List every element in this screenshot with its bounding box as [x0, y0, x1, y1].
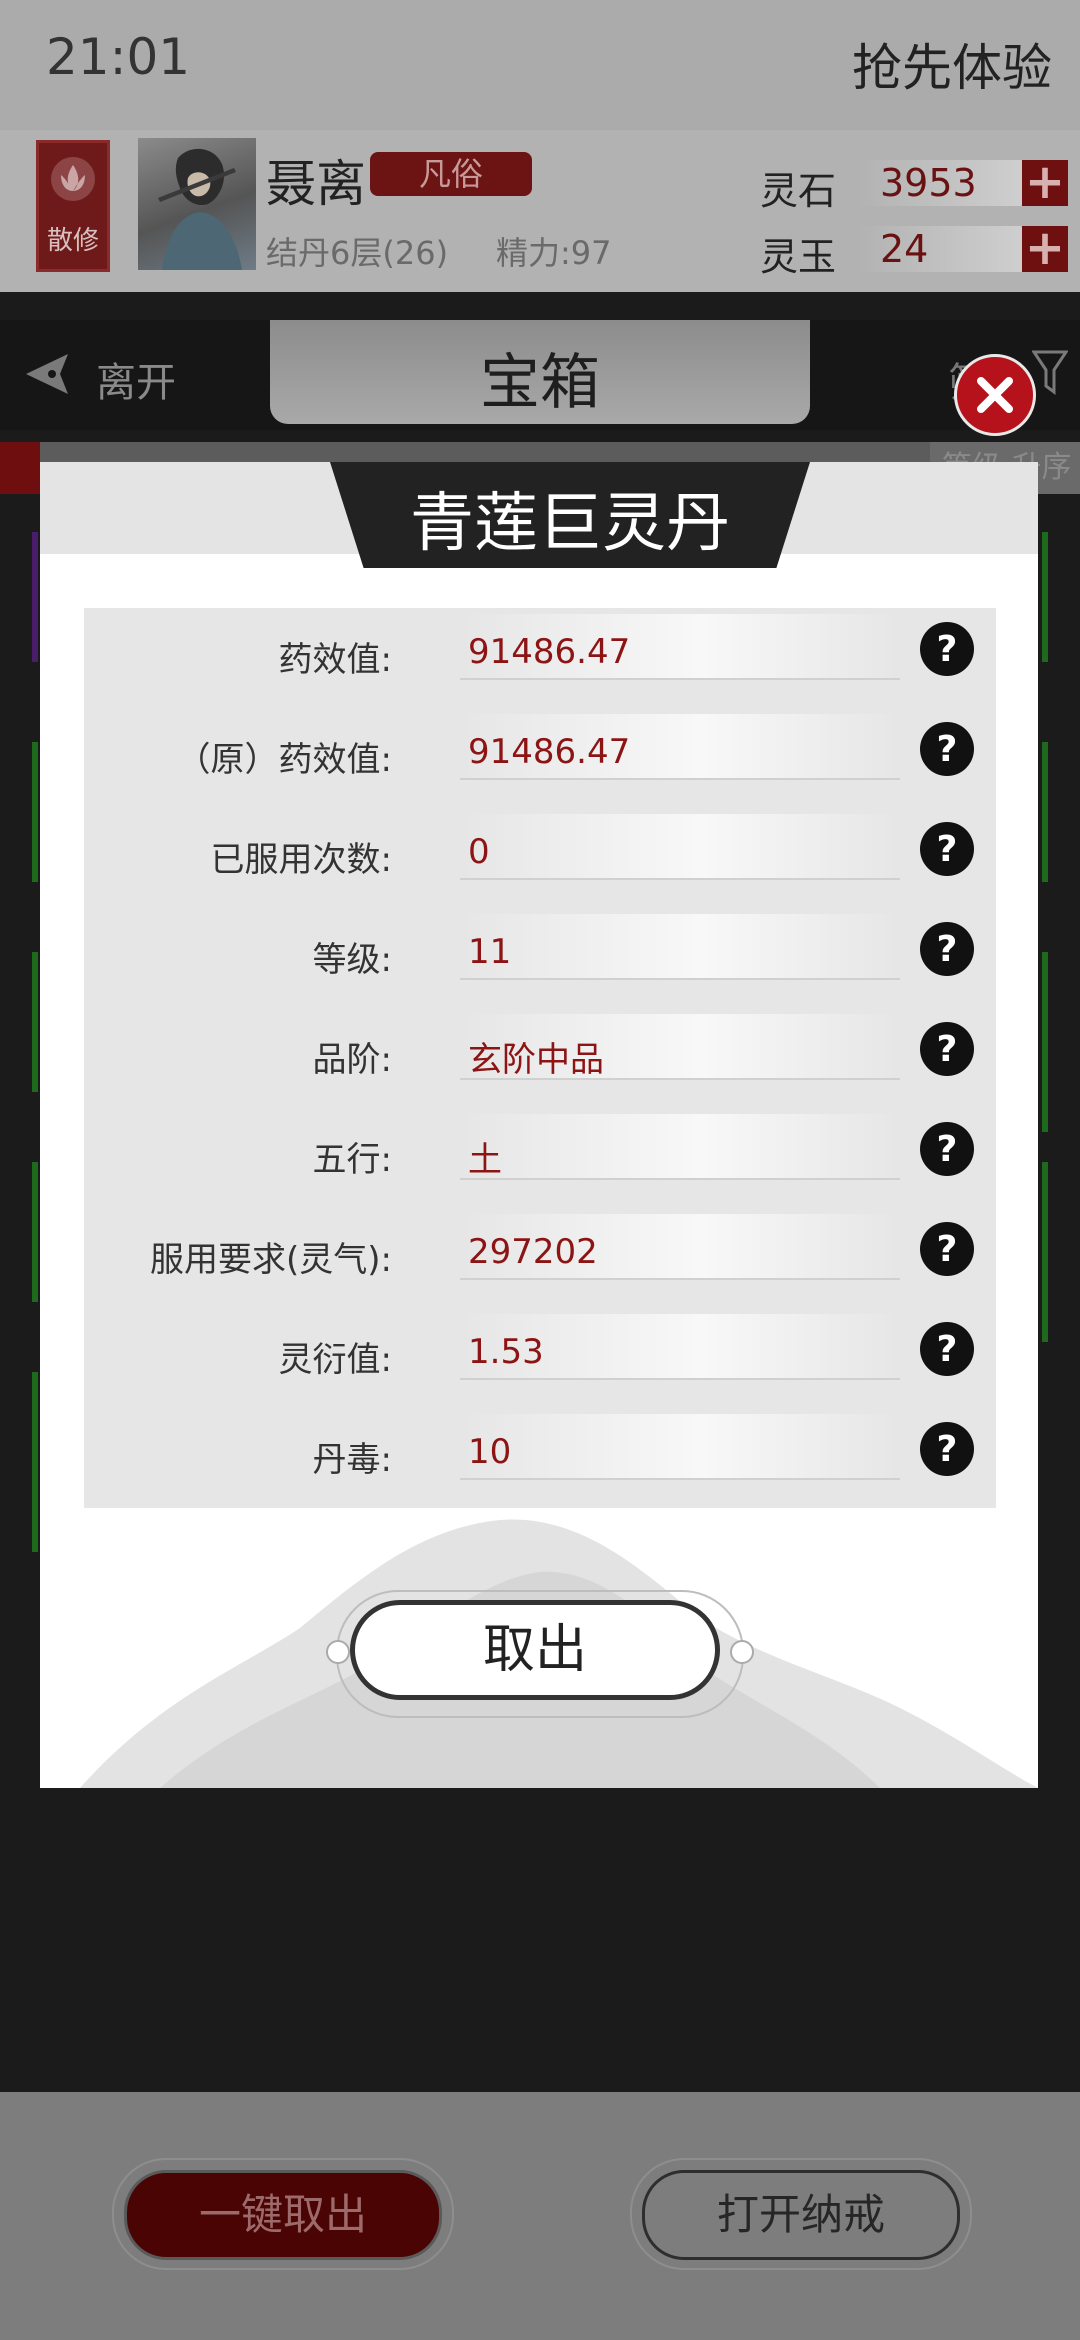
add-spirit-stone-button[interactable]: +: [1022, 158, 1068, 206]
list-item-frame: [32, 742, 38, 882]
attribute-label: 灵衍值:: [278, 1340, 392, 1380]
leave-button[interactable]: 离开: [96, 350, 176, 408]
player-name: 聂离: [266, 155, 366, 213]
attribute-label: 药效值:: [278, 640, 392, 680]
list-item-frame: [32, 532, 38, 662]
ring-dot: [326, 1640, 350, 1664]
attribute-row: 灵衍值: 1.53 ?: [84, 1308, 996, 1408]
svg-text:?: ?: [937, 1229, 958, 1270]
player-bar: 散修 聂离 凡俗 结丹6层(26) 精力:97 灵石 3953 + 灵玉 24 …: [0, 130, 1080, 292]
attribute-row: 品阶: 玄阶中品 ?: [84, 1008, 996, 1108]
svg-text:?: ?: [937, 829, 958, 870]
help-icon[interactable]: ?: [918, 820, 976, 878]
help-icon[interactable]: ?: [918, 1120, 976, 1178]
title-tab: 宝箱: [270, 320, 810, 424]
attribute-value: 玄阶中品: [468, 1040, 604, 1080]
list-item-frame: [1042, 742, 1048, 882]
svg-text:?: ?: [937, 929, 958, 970]
help-icon[interactable]: ?: [918, 720, 976, 778]
attribute-field: [460, 814, 900, 880]
attribute-field: [460, 1114, 900, 1180]
spirit-jade-amount: 24: [856, 226, 1024, 272]
attribute-value: 1.53: [468, 1332, 544, 1372]
spirit-jade-label: 灵玉: [760, 235, 837, 279]
list-item-frame: [32, 952, 38, 1092]
attribute-label: 五行:: [312, 1140, 392, 1180]
status-bar: 21:01 抢先体验: [0, 0, 1080, 130]
take-all-button[interactable]: 一键取出: [124, 2170, 442, 2260]
attribute-label: 服用要求(灵气):: [150, 1240, 392, 1280]
bottom-bar: 一键取出 打开纳戒: [0, 2092, 1080, 2340]
attribute-panel: 药效值: 91486.47 ? （原）药效值: 91486.47 ? 已服用次数…: [84, 608, 996, 1508]
attribute-field: [460, 1414, 900, 1480]
attribute-row: 等级: 11 ?: [84, 908, 996, 1008]
list-item-frame: [32, 1372, 38, 1552]
attribute-row: 丹毒: 10 ?: [84, 1408, 996, 1508]
attribute-row: 已服用次数: 0 ?: [84, 808, 996, 908]
attribute-label: 丹毒:: [312, 1440, 392, 1480]
attribute-value: 11: [468, 932, 512, 972]
list-accent: [0, 442, 40, 494]
svg-text:?: ?: [937, 1129, 958, 1170]
spirit-stone-label: 灵石: [760, 169, 837, 213]
page-title: 宝箱: [480, 348, 600, 418]
list-item-frame: [1042, 952, 1048, 1132]
svg-text:?: ?: [937, 629, 958, 670]
help-icon[interactable]: ?: [918, 1020, 976, 1078]
svg-text:?: ?: [937, 1329, 958, 1370]
take-out-button[interactable]: 取出: [350, 1600, 720, 1700]
sect-badge[interactable]: 散修: [36, 140, 110, 272]
add-spirit-jade-button[interactable]: +: [1022, 224, 1068, 272]
attribute-label: 等级:: [312, 940, 392, 980]
help-icon[interactable]: ?: [918, 1420, 976, 1478]
lotus-icon: [51, 157, 95, 201]
close-icon: [977, 377, 1013, 413]
attribute-label: 品阶:: [312, 1040, 392, 1080]
list-item-frame: [1042, 532, 1048, 662]
svg-text:?: ?: [937, 1429, 958, 1470]
help-icon[interactable]: ?: [918, 1320, 976, 1378]
attribute-value: 91486.47: [468, 632, 631, 672]
help-icon[interactable]: ?: [918, 920, 976, 978]
attribute-value: 91486.47: [468, 732, 631, 772]
spirit-stone-amount: 3953: [856, 160, 1024, 206]
attribute-value: 10: [468, 1432, 512, 1472]
attribute-row: （原）药效值: 91486.47 ?: [84, 708, 996, 808]
attribute-value: 土: [468, 1140, 502, 1180]
list-item-frame: [1042, 1162, 1048, 1342]
back-arrow-icon[interactable]: [22, 348, 74, 400]
attribute-row: 药效值: 91486.47 ?: [84, 608, 996, 708]
svg-text:?: ?: [937, 729, 958, 770]
ring-dot: [730, 1640, 754, 1664]
sect-label: 散修: [46, 226, 99, 256]
early-access-label[interactable]: 抢先体验: [852, 28, 1052, 100]
energy-value: 精力:97: [496, 234, 612, 272]
open-ring-button[interactable]: 打开纳戒: [642, 2170, 960, 2260]
attribute-row: 服用要求(灵气): 297202 ?: [84, 1208, 996, 1308]
item-detail-dialog: 青莲巨灵丹 药效值: 91486.47 ? （原）药效值: 91486.47 ?…: [40, 462, 1038, 1788]
svg-text:?: ?: [937, 1029, 958, 1070]
attribute-value: 297202: [468, 1232, 598, 1272]
realm-level: 结丹6层(26): [266, 234, 449, 272]
nav-bar: 离开 宝箱 筛: [0, 320, 1080, 430]
attribute-row: 五行: 土 ?: [84, 1108, 996, 1208]
list-item-frame: [32, 1162, 38, 1302]
filter-icon[interactable]: [1032, 348, 1068, 396]
attribute-label: （原）药效值:: [176, 740, 392, 780]
rank-badge: 凡俗: [370, 152, 532, 196]
clock: 21:01: [46, 28, 191, 86]
attribute-label: 已服用次数:: [210, 840, 392, 880]
attribute-field: [460, 914, 900, 980]
attribute-value: 0: [468, 832, 490, 872]
help-icon[interactable]: ?: [918, 620, 976, 678]
close-button[interactable]: [954, 354, 1036, 436]
avatar[interactable]: [138, 138, 256, 270]
dialog-title: 青莲巨灵丹: [410, 487, 730, 561]
help-icon[interactable]: ?: [918, 1220, 976, 1278]
